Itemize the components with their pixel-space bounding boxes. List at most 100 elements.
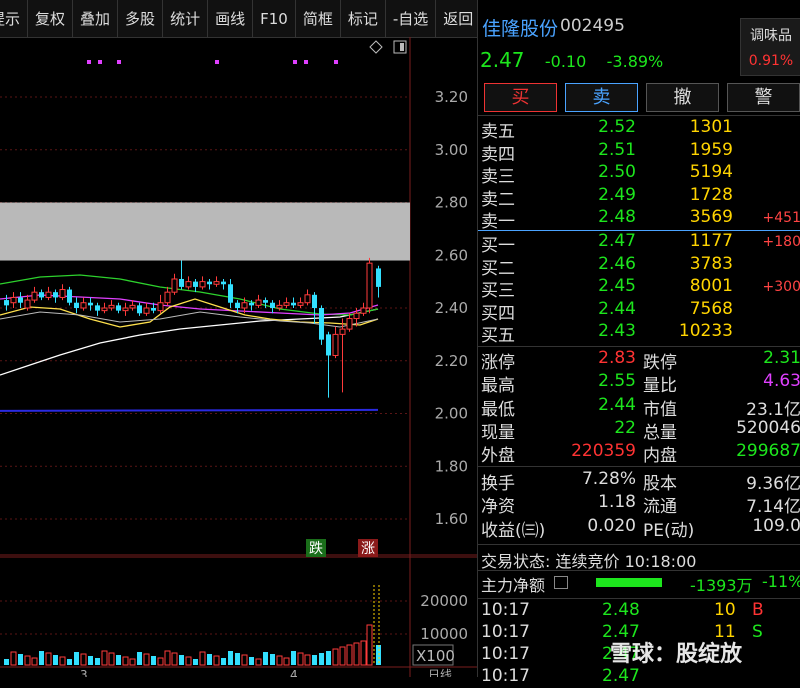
sector-name: 调味品 — [750, 28, 792, 44]
toolbar-simple[interactable]: 简框 — [296, 0, 341, 37]
candle-body — [360, 307, 367, 314]
sector-box[interactable]: 调味品 0.91% — [740, 18, 800, 76]
book-change: +180 — [762, 234, 800, 250]
toolbar-stats[interactable]: 统计 — [163, 0, 209, 37]
book-price: 2.52 — [598, 117, 636, 137]
toolbar-f10[interactable]: F10 — [253, 0, 296, 37]
volume-bar — [213, 655, 220, 666]
volume-bar — [276, 655, 283, 666]
volume-bar — [53, 655, 58, 665]
stat-label: 流通 — [643, 497, 677, 518]
candle-body — [366, 262, 373, 309]
diamond-icon[interactable] — [369, 40, 383, 54]
candle-body — [67, 289, 72, 303]
stat-label: 净资 — [481, 497, 515, 518]
volume-bar — [108, 652, 115, 666]
toolbar-mark[interactable]: 标记 — [341, 0, 386, 37]
volume-bar — [10, 651, 17, 666]
tick-price: 2.48 — [602, 600, 640, 620]
alert-button[interactable]: 警 — [727, 83, 800, 112]
volume-bar — [339, 646, 346, 666]
toolbar-watchlist[interactable]: -自选 — [386, 0, 437, 37]
volume-bar — [137, 652, 142, 665]
volume-bar — [67, 659, 72, 665]
volume-bar — [151, 656, 156, 665]
volume-bar — [45, 652, 52, 666]
book-price: 2.44 — [598, 298, 636, 319]
volume-bar — [164, 650, 171, 666]
resistance-band — [0, 202, 410, 261]
toolbar-draw[interactable]: 画线 — [208, 0, 254, 37]
list-icon[interactable] — [554, 576, 568, 589]
x-axis-label-4: 4 — [290, 668, 298, 677]
chart-toolbar: 提示 复权 叠加 多股 统计 画线 F10 简框 标记 -自选 返回 — [0, 0, 477, 38]
stats-block-2: 换手 7.28% 股本 9.36亿 净资 1.18 流通 7.14亿 收益(㈢) 0.020 P… — [478, 469, 800, 541]
stat-label: 收益(㈢) — [481, 520, 546, 541]
volume-bar — [122, 656, 129, 666]
candle-body — [213, 281, 220, 285]
stat-pe: 109.0 — [752, 515, 800, 536]
stat-outer: 220359 — [571, 441, 636, 462]
stat-nav: 1.18 — [598, 492, 636, 513]
buy-row: 买二 2.46 3783 — [478, 254, 800, 279]
sell-button[interactable]: 卖 — [565, 83, 638, 112]
candle-body — [207, 281, 212, 285]
tick-volume: 10 — [714, 600, 736, 620]
sell-row: 卖五 2.52 1301 — [478, 117, 800, 142]
sell-row: 卖一 2.48 3569 +451 — [478, 207, 800, 232]
price-tick-label: 2.40 — [435, 299, 468, 317]
candle-body — [80, 302, 87, 309]
kline-chart[interactable]: 3.20 3.00 2.80 2.60 2.40 2.20 2.00 1.80 1.60 200… — [0, 37, 477, 682]
book-label: 卖四 — [481, 144, 515, 165]
stats-block-1: 涨停 2.83 跌停 2.31 最高 2.55 量比 4.63 最低 2.44 市值 23.1亿 … — [478, 348, 800, 466]
tick-row: 10:17 2.47 — [478, 666, 800, 688]
candle-body — [319, 308, 324, 340]
last-price: 2.47 — [480, 48, 525, 72]
cancel-button[interactable]: 撤 — [646, 83, 719, 112]
candle-body — [283, 302, 290, 306]
volume-bar — [185, 656, 192, 666]
buy-button[interactable]: 买 — [484, 83, 557, 112]
candle-body — [171, 278, 178, 293]
stat-label: 换手 — [481, 474, 515, 494]
candle-body — [4, 300, 9, 306]
book-label: 卖五 — [481, 122, 515, 142]
toolbar-hint[interactable]: 提示 — [0, 0, 29, 37]
book-price: 2.48 — [598, 207, 636, 228]
volume-bar — [4, 659, 9, 665]
candle-body — [312, 294, 317, 308]
toolbar-adjust[interactable]: 复权 — [28, 0, 74, 37]
main-flow-bar — [596, 578, 662, 587]
book-price: 2.49 — [598, 184, 636, 205]
buy-row: 买三 2.45 8001 +300 — [478, 276, 800, 301]
volume-bar — [249, 657, 254, 665]
volume-bar — [241, 654, 248, 666]
stat-float: 7.14亿 — [746, 497, 800, 518]
price-tick-label: 3.20 — [435, 88, 468, 106]
book-price: 2.45 — [598, 276, 636, 297]
candle-body — [228, 284, 233, 303]
volume-bar — [157, 657, 164, 666]
sell-row: 卖三 2.50 5194 — [478, 162, 800, 187]
stock-name[interactable]: 佳隆股份 — [482, 14, 558, 41]
candle-body — [24, 299, 31, 309]
toolbar-multi[interactable]: 多股 — [118, 0, 164, 37]
tick-row: 10:17 2.48 10 B — [478, 600, 800, 622]
toolbar-back[interactable]: 返回 — [436, 0, 480, 37]
candle-body — [101, 307, 108, 312]
candle-body — [291, 302, 296, 306]
candle-body — [95, 305, 100, 311]
candle-body — [199, 281, 206, 288]
buy-book: 买一 2.47 1177 +180 买二 2.46 3783 买三 2.45 8001 +300… — [478, 231, 800, 346]
toolbar-overlay[interactable]: 叠加 — [73, 0, 119, 37]
stat-label: 总量 — [643, 422, 677, 443]
sector-pct: 0.91% — [748, 53, 794, 69]
candle-body — [59, 289, 66, 298]
volume-bar — [143, 653, 150, 666]
stat-label: 涨停 — [481, 353, 515, 373]
volume-bar — [228, 651, 233, 665]
tick-time: 10:17 — [481, 622, 530, 642]
price-tick-label: 2.60 — [435, 246, 468, 264]
stat-mkt-cap: 23.1亿 — [746, 399, 800, 420]
stat-turnover: 7.28% — [581, 469, 636, 489]
